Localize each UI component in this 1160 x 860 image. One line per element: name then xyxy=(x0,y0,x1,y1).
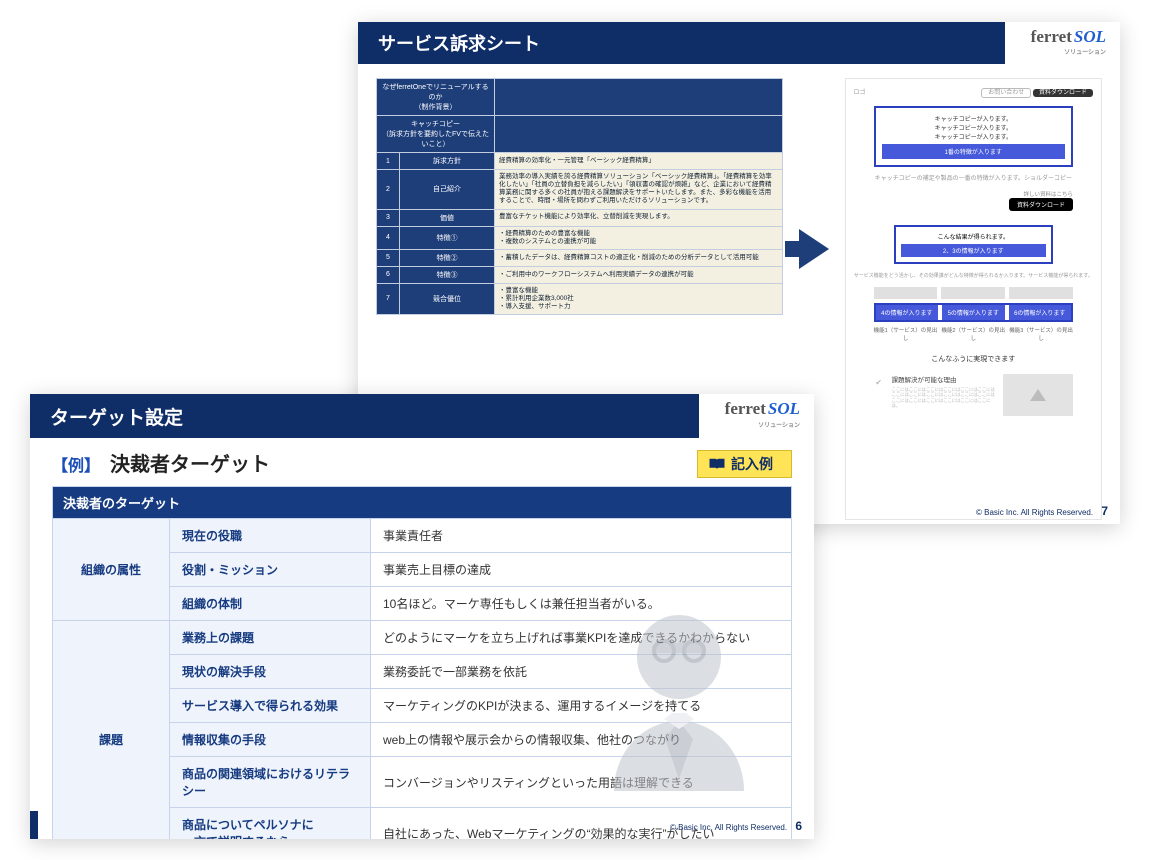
slide-target-setting: ターゲット設定 ferretSOL ソリューション 【例】 決裁者ターゲット 記… xyxy=(30,394,814,839)
image-placeholder-icon xyxy=(1003,374,1073,416)
memo-badge: 記入例 xyxy=(697,450,792,478)
brand-logo: ferretSOL ソリューション xyxy=(699,394,814,438)
brand-logo: ferretSOL ソリューション xyxy=(1005,22,1120,64)
slide-footer: © Basic Inc. All Rights Reserved. 6 xyxy=(670,819,802,833)
table-title: 決裁者のターゲット xyxy=(53,487,792,519)
lp-feature-bg xyxy=(874,287,1073,299)
section-heading: 決裁者ターゲット xyxy=(110,448,270,477)
slide-title: ターゲット設定 xyxy=(50,403,183,430)
landing-page-mock: ロゴ お問い合わせ 資料ダウンロード キャッチコピーが入ります。 キャッチコピー… xyxy=(845,78,1102,520)
lp-contact-button: お問い合わせ xyxy=(981,88,1031,98)
lp-logo: ロゴ xyxy=(854,87,866,96)
example-tag: 【例】 xyxy=(52,452,100,476)
persona-icon xyxy=(594,601,764,791)
slide-title: サービス訴求シート xyxy=(378,30,540,56)
book-icon xyxy=(708,457,726,471)
group-org: 組織の属性 xyxy=(53,519,170,621)
group-issue: 課題 xyxy=(53,621,170,840)
slide-title-bar: サービス訴求シート ferretSOL ソリューション xyxy=(358,22,1120,64)
arrow-icon xyxy=(799,229,829,269)
lp-hero: キャッチコピーが入ります。 キャッチコピーが入ります。 キャッチコピーが入ります… xyxy=(874,106,1073,167)
lp-download-button: 資料ダウンロード xyxy=(1033,89,1093,97)
lp-feature-row: 4の情報が入ります 5の情報が入ります 6の情報が入ります xyxy=(874,303,1073,322)
footer-accent xyxy=(30,811,38,839)
page-number: 7 xyxy=(1101,504,1108,518)
slide-footer: © Basic Inc. All Rights Reserved. 7 xyxy=(976,504,1108,518)
claim-sheet-table: なぜferretOneでリニューアルするのか （制作背景） キャッチコピー （訴… xyxy=(376,78,783,315)
page-number: 6 xyxy=(795,819,802,833)
lp-cta-button: 資料ダウンロード xyxy=(1009,198,1073,211)
lp-result: こんな結果が得られます。 2、3の情報が入ります xyxy=(894,225,1053,264)
check-icon: ✔ xyxy=(874,378,884,387)
slide-title-bar: ターゲット設定 ferretSOL ソリューション xyxy=(30,394,814,438)
